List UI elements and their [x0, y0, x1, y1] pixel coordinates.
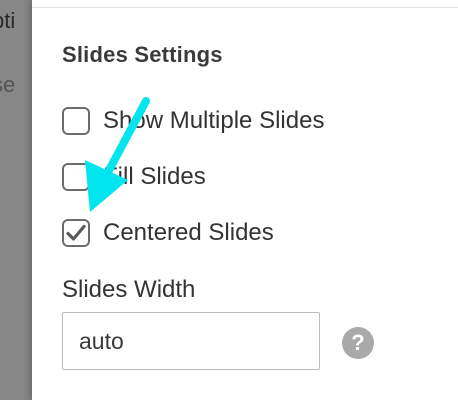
slides-width-label: Slides Width: [62, 276, 196, 303]
fill-slides-label: Fill Slides: [103, 163, 206, 190]
show-multiple-slides-checkbox[interactable]: [62, 107, 90, 135]
section-title: Slides Settings: [62, 42, 223, 67]
fill-slides-option[interactable]: Fill Slides: [62, 160, 206, 194]
slides-settings-panel: Slides Settings Show Multiple Slides Fil…: [32, 0, 458, 400]
fill-slides-checkbox[interactable]: [62, 163, 90, 191]
panel-top-edge: [32, 0, 458, 8]
background-text: se: [0, 72, 16, 97]
checkmark-icon: [66, 224, 86, 241]
show-multiple-slides-label: Show Multiple Slides: [103, 107, 325, 134]
centered-slides-label: Centered Slides: [103, 219, 274, 246]
background-text: pti: [0, 8, 16, 33]
centered-slides-option[interactable]: Centered Slides: [62, 216, 274, 250]
help-icon[interactable]: ?: [342, 327, 374, 359]
slides-width-input[interactable]: [62, 312, 320, 370]
centered-slides-checkbox[interactable]: [62, 219, 90, 247]
show-multiple-slides-option[interactable]: Show Multiple Slides: [62, 104, 324, 138]
